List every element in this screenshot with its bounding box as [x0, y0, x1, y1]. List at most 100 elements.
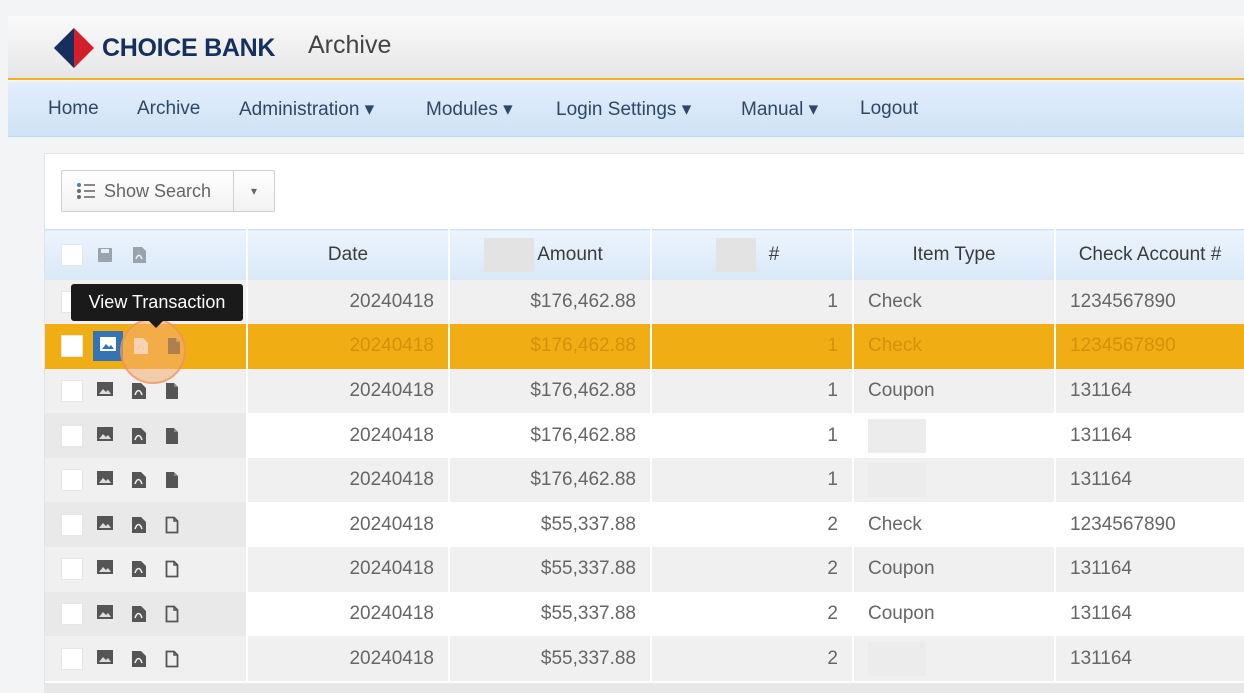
- image-icon[interactable]: [97, 649, 113, 668]
- column-amount-label: Amount: [537, 243, 603, 265]
- row-checkbox[interactable]: [61, 602, 83, 625]
- image-icon[interactable]: [97, 471, 113, 489]
- view-image-button[interactable]: [93, 331, 123, 362]
- cell-item-type: Check: [853, 279, 1056, 325]
- cell-amount: $176,462.88: [449, 457, 652, 503]
- table-row[interactable]: 20240418 $176,462.88 1 Coupon 131164: [45, 368, 1244, 414]
- show-search-button[interactable]: Show Search: [62, 171, 234, 211]
- image-icon[interactable]: [97, 604, 113, 623]
- column-item-type[interactable]: Item Type: [853, 229, 1056, 280]
- cell-amount: $176,462.88: [449, 413, 652, 458]
- redacted-block: [868, 641, 926, 676]
- column-amount[interactable]: Amount: [449, 229, 652, 280]
- cell-item-type: [853, 636, 1056, 681]
- pdf-icon[interactable]: [131, 471, 147, 489]
- cell-amount: $176,462.88: [449, 279, 652, 325]
- row-checkbox[interactable]: [61, 424, 83, 447]
- pdf-icon[interactable]: [131, 560, 147, 578]
- pdf-icon[interactable]: [131, 382, 147, 400]
- cell-date: 20240418: [247, 636, 450, 681]
- cell-item-type: Check: [853, 502, 1056, 548]
- logo-mark-icon: [54, 28, 94, 68]
- row-checkbox[interactable]: [61, 379, 83, 402]
- cell-date: 20240418: [247, 279, 450, 325]
- row-controls: [45, 547, 248, 592]
- cell-item-type: [853, 413, 1056, 458]
- table-row[interactable]: 20240418 $176,462.88 1 131164: [45, 457, 1244, 503]
- cell-date: 20240418: [247, 413, 450, 458]
- nav-login-settings[interactable]: Login Settings ▾: [556, 98, 691, 121]
- document-outline-icon[interactable]: [165, 605, 181, 623]
- redacted-block: [716, 238, 756, 272]
- document-outline-icon[interactable]: [165, 560, 181, 578]
- row-controls: [45, 502, 248, 548]
- cell-amount: $55,337.88: [449, 591, 652, 637]
- nav-modules[interactable]: Modules ▾: [426, 98, 513, 121]
- main-nav: Home Archive Administration ▾ Modules ▾ …: [8, 82, 1244, 137]
- cell-amount: $176,462.88: [449, 368, 652, 414]
- table-row[interactable]: 20240418 $55,337.88 2 131164: [45, 636, 1244, 681]
- redacted-block: [868, 463, 926, 498]
- table-row[interactable]: 20240418 $176,462.88 1 Check 1234567890: [45, 324, 1244, 369]
- table-row[interactable]: 20240418 $55,337.88 2 Check 1234567890: [45, 502, 1244, 548]
- column-check-account[interactable]: Check Account #: [1055, 229, 1244, 280]
- row-checkbox[interactable]: [61, 335, 83, 358]
- pdf-icon[interactable]: [131, 605, 147, 623]
- pdf-icon[interactable]: [131, 650, 147, 668]
- pdf-icon[interactable]: [131, 427, 147, 445]
- cell-item-type: Coupon: [853, 591, 1056, 637]
- search-dropdown-toggle[interactable]: ▾: [234, 184, 274, 198]
- nav-home[interactable]: Home: [48, 98, 99, 120]
- document-outline-icon[interactable]: [165, 516, 181, 534]
- archive-panel: Show Search ▾ Date Amount # Item Type Ch…: [44, 153, 1244, 693]
- cell-item-type: Check: [853, 324, 1056, 369]
- cell-number: 1: [651, 368, 854, 414]
- pdf-icon[interactable]: [131, 246, 147, 264]
- image-icon[interactable]: [97, 560, 113, 578]
- document-icon[interactable]: [165, 382, 181, 400]
- cell-amount: $55,337.88: [449, 502, 652, 548]
- image-icon[interactable]: [97, 426, 113, 445]
- select-all-checkbox[interactable]: [61, 243, 83, 266]
- row-checkbox[interactable]: [61, 558, 83, 581]
- cell-number: 2: [651, 591, 854, 637]
- image-icon[interactable]: [97, 381, 113, 400]
- document-icon[interactable]: [165, 471, 181, 489]
- document-outline-icon[interactable]: [165, 650, 181, 668]
- column-date[interactable]: Date: [247, 229, 450, 280]
- document-icon[interactable]: [165, 427, 181, 445]
- bank-logo[interactable]: CHOICE BANK: [52, 24, 275, 72]
- cell-check-account: 131164: [1055, 591, 1244, 637]
- table-row-partial: [44, 683, 1244, 693]
- table-row[interactable]: 20240418 $55,337.88 2 Coupon 131164: [45, 591, 1244, 637]
- nav-manual[interactable]: Manual ▾: [741, 98, 818, 121]
- table-header-row: Date Amount # Item Type Check Account #: [45, 229, 1244, 280]
- row-checkbox[interactable]: [61, 647, 83, 670]
- row-checkbox[interactable]: [61, 469, 83, 492]
- pdf-icon[interactable]: [131, 516, 147, 534]
- row-checkbox[interactable]: [61, 513, 83, 536]
- image-icon[interactable]: [97, 515, 113, 534]
- cell-item-type: Coupon: [853, 547, 1056, 592]
- app-header: CHOICE BANK Archive: [8, 16, 1244, 80]
- tooltip-arrow: [149, 321, 163, 328]
- cell-number: 1: [651, 279, 854, 325]
- nav-archive[interactable]: Archive: [137, 98, 200, 120]
- table-row[interactable]: 20240418 $176,462.88 1 131164: [45, 413, 1244, 458]
- row-controls: [45, 413, 248, 458]
- save-icon[interactable]: [97, 246, 113, 264]
- cell-date: 20240418: [247, 324, 450, 369]
- cell-date: 20240418: [247, 368, 450, 414]
- column-number[interactable]: #: [651, 229, 854, 280]
- nav-administration[interactable]: Administration ▾: [239, 98, 374, 121]
- table-row[interactable]: 20240418 $55,337.88 2 Coupon 131164: [45, 547, 1244, 592]
- cell-amount: $55,337.88: [449, 636, 652, 681]
- redacted-block: [484, 238, 534, 272]
- page-title: Archive: [308, 31, 392, 59]
- cell-number: 2: [651, 502, 854, 548]
- cell-check-account: 131164: [1055, 413, 1244, 458]
- nav-logout[interactable]: Logout: [860, 98, 918, 120]
- page: CHOICE BANK Archive Home Archive Adminis…: [0, 0, 1244, 693]
- cell-check-account: 1234567890: [1055, 502, 1244, 548]
- cell-number: 1: [651, 324, 854, 369]
